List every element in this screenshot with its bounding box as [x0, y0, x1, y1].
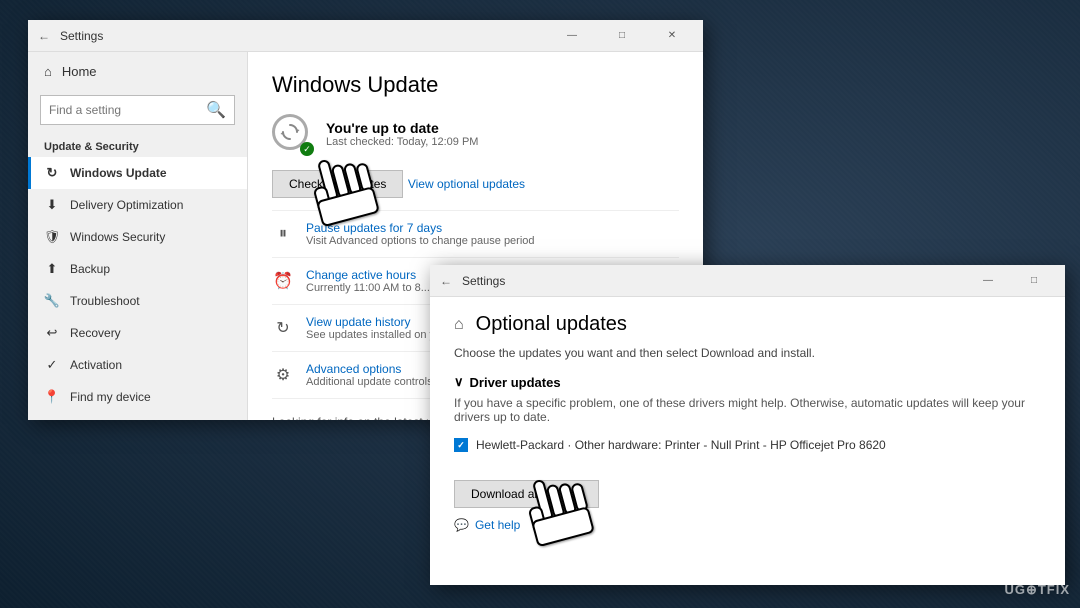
update-text: You're up to date Last checked: Today, 1…: [326, 120, 478, 148]
find-device-icon: 📍: [44, 389, 60, 405]
update-status-title: You're up to date: [326, 120, 478, 136]
home-icon: ⌂: [44, 64, 52, 79]
update-status-icon: ✓: [272, 114, 312, 154]
sidebar-home-label: Home: [62, 64, 97, 79]
opt-maximize-button[interactable]: □: [1011, 265, 1057, 297]
refresh-arrows-icon: [280, 122, 300, 142]
opt-description: Choose the updates you want and then sel…: [454, 346, 1041, 360]
driver-checkbox[interactable]: [454, 438, 468, 452]
main-titlebar-controls: — □ ✕: [549, 20, 695, 51]
sidebar-item-windows-update[interactable]: ↻ Windows Update: [28, 157, 247, 189]
sidebar-item-label: Recovery: [70, 326, 121, 340]
watermark: UG⊕TFIX: [1004, 582, 1070, 598]
opt-page-title: Optional updates: [476, 313, 627, 336]
pause-icon: ⏸: [272, 223, 294, 245]
activation-icon: ✓: [44, 357, 60, 373]
driver-item: Hewlett-Packard · Other hardware: Printe…: [454, 434, 1041, 456]
optional-updates-window: ← Settings — □ ⌂ Optional updates Choose…: [430, 265, 1065, 585]
troubleshoot-icon: 🔧: [44, 293, 60, 309]
get-help-label: Get help: [475, 518, 520, 532]
opt-page-title-container: ⌂ Optional updates: [454, 313, 1041, 336]
sidebar-item-backup[interactable]: ⬆ Backup: [28, 253, 247, 285]
get-help-link[interactable]: 💬 Get help: [454, 518, 1041, 532]
opt-body: ⌂ Optional updates Choose the updates yo…: [430, 297, 1065, 585]
driver-updates-header[interactable]: ∨ Driver updates: [454, 374, 1041, 390]
sidebar-item-for-developers[interactable]: ⊞ For developers: [28, 413, 247, 420]
sidebar-section-label: Update & Security: [28, 133, 247, 157]
search-input[interactable]: [49, 103, 200, 117]
sidebar-item-label: Activation: [70, 358, 122, 372]
main-maximize-button[interactable]: □: [599, 20, 645, 52]
download-install-button[interactable]: Download and install: [454, 480, 599, 508]
history-icon: ↻: [272, 317, 294, 339]
sidebar-item-activation[interactable]: ✓ Activation: [28, 349, 247, 381]
opt-back-button[interactable]: ←: [438, 273, 454, 289]
main-minimize-button[interactable]: —: [549, 20, 595, 52]
get-help-icon: 💬: [454, 518, 469, 532]
sidebar-item-label: Backup: [70, 262, 110, 276]
sidebar-home-item[interactable]: ⌂ Home: [28, 52, 247, 91]
opt-minimize-button[interactable]: —: [965, 265, 1011, 297]
driver-updates-section: ∨ Driver updates If you have a specific …: [454, 374, 1041, 456]
update-last-checked: Last checked: Today, 12:09 PM: [326, 136, 478, 148]
backup-icon: ⬆: [44, 261, 60, 277]
delivery-optimization-icon: ⬇: [44, 197, 60, 213]
page-title: Windows Update: [272, 72, 679, 98]
opt-titlebar-title: Settings: [462, 274, 505, 288]
update-status: ✓ You're up to date Last checked: Today,…: [272, 114, 679, 154]
sidebar-item-label: Windows Update: [70, 166, 167, 180]
sidebar-item-label: Find my device: [70, 390, 151, 404]
windows-security-icon: 🛡: [44, 229, 60, 245]
pause-updates-text: Pause updates for 7 days Visit Advanced …: [306, 221, 535, 247]
active-hours-icon: ⏰: [272, 270, 294, 292]
pause-updates-title[interactable]: Pause updates for 7 days: [306, 221, 535, 235]
driver-updates-desc: If you have a specific problem, one of t…: [454, 396, 1041, 424]
driver-item-label: Hewlett-Packard · Other hardware: Printe…: [476, 438, 886, 452]
opt-titlebar-controls: — □: [965, 265, 1057, 296]
main-close-button[interactable]: ✕: [649, 20, 695, 52]
opt-titlebar: ← Settings — □: [430, 265, 1065, 297]
recovery-icon: ↩: [44, 325, 60, 341]
sidebar-item-troubleshoot[interactable]: 🔧 Troubleshoot: [28, 285, 247, 317]
main-sidebar: ⌂ Home 🔍 Update & Security ↻ Windows Upd…: [28, 52, 248, 420]
pause-updates-desc: Visit Advanced options to change pause p…: [306, 235, 535, 247]
view-optional-updates-link[interactable]: View optional updates: [408, 177, 525, 191]
search-icon: 🔍: [206, 100, 226, 120]
chevron-down-icon: ∨: [454, 374, 464, 390]
sidebar-search-box[interactable]: 🔍: [40, 95, 235, 125]
windows-update-icon: ↻: [44, 165, 60, 181]
main-titlebar-title: Settings: [60, 29, 103, 43]
sidebar-item-windows-security[interactable]: 🛡 Windows Security: [28, 221, 247, 253]
pause-updates-option: ⏸ Pause updates for 7 days Visit Advance…: [272, 210, 679, 257]
sidebar-item-find-my-device[interactable]: 📍 Find my device: [28, 381, 247, 413]
opt-home-icon: ⌂: [454, 316, 464, 334]
check-badge: ✓: [300, 142, 314, 156]
active-hours-text: Change active hours Currently 11:00 AM t…: [306, 268, 430, 294]
sidebar-item-label: Windows Security: [70, 230, 165, 244]
advanced-icon: ⚙: [272, 364, 294, 386]
main-back-button[interactable]: ←: [36, 28, 52, 44]
active-hours-desc: Currently 11:00 AM to 8...: [306, 282, 430, 294]
sidebar-item-label: Delivery Optimization: [70, 198, 183, 212]
main-titlebar: ← Settings — □ ✕: [28, 20, 703, 52]
active-hours-title[interactable]: Change active hours: [306, 268, 430, 282]
sidebar-item-delivery-optimization[interactable]: ⬇ Delivery Optimization: [28, 189, 247, 221]
sidebar-item-label: Troubleshoot: [70, 294, 140, 308]
driver-updates-title: Driver updates: [470, 375, 561, 390]
check-for-updates-button[interactable]: Check for updates: [272, 170, 403, 198]
sidebar-item-recovery[interactable]: ↩ Recovery: [28, 317, 247, 349]
